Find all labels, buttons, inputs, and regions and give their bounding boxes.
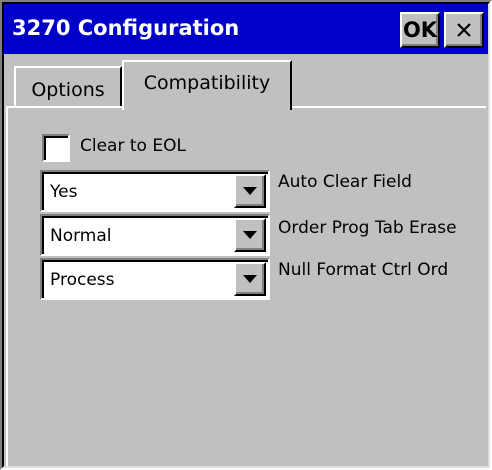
tab-panel-edge (6, 108, 8, 466)
null-format-ctrl-ord-dropdown-button[interactable] (234, 262, 266, 296)
close-button[interactable] (444, 12, 484, 48)
title-bar: 3270 Configuration OK (4, 4, 488, 54)
auto-clear-field-select[interactable]: Yes (40, 170, 270, 212)
clear-to-eol-label[interactable]: Clear to EOL (80, 136, 186, 156)
ok-button[interactable]: OK (400, 12, 440, 48)
clear-to-eol-checkbox[interactable] (42, 134, 70, 162)
order-prog-tab-erase-select[interactable]: Normal (40, 214, 270, 256)
window-title: 3270 Configuration (12, 16, 240, 40)
order-prog-tab-erase-label: Order Prog Tab Erase (278, 218, 457, 238)
tab-divider-left (6, 106, 122, 108)
auto-clear-field-dropdown-button[interactable] (234, 174, 266, 208)
order-prog-tab-erase-value: Normal (50, 226, 112, 246)
chevron-down-icon (243, 231, 257, 239)
auto-clear-field-value: Yes (50, 182, 78, 202)
tab-compatibility[interactable]: Compatibility (122, 60, 292, 110)
tab-options[interactable]: Options (14, 66, 122, 106)
close-icon (457, 23, 471, 37)
chevron-down-icon (243, 275, 257, 283)
null-format-ctrl-ord-value: Process (50, 270, 115, 290)
null-format-ctrl-ord-select[interactable]: Process (40, 258, 270, 300)
config-window: 3270 Configuration OK Options Compatibil… (0, 0, 492, 470)
tab-divider-right (292, 106, 486, 108)
order-prog-tab-erase-dropdown-button[interactable] (234, 218, 266, 252)
auto-clear-field-label: Auto Clear Field (278, 172, 412, 192)
null-format-ctrl-ord-label: Null Format Ctrl Ord (278, 260, 449, 280)
chevron-down-icon (243, 187, 257, 195)
